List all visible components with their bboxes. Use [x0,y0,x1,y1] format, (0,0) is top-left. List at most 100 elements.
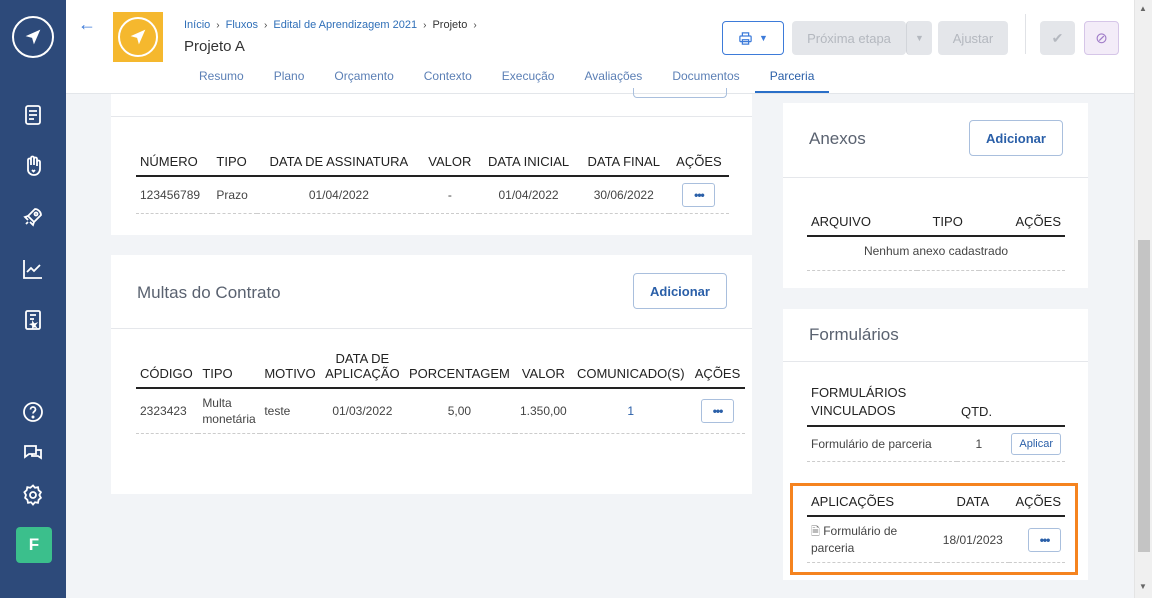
anexos-card: Anexos Adicionar ARQUIVO TIPO AÇÕES Nenh… [783,103,1088,288]
col-formularios-vinculados: FORMULÁRIOS VINCULADOS [807,384,957,428]
help-icon[interactable] [19,398,47,426]
col-data-aplicacao: DATA DE APLICAÇÃO [321,351,404,389]
cell-codigo: 2323423 [136,388,199,435]
document-icon[interactable] [19,101,47,129]
cell-valor: - [421,176,479,214]
col-motivo: MOTIVO [260,351,322,389]
breadcrumb-fluxos[interactable]: Fluxos [226,19,258,31]
breadcrumb: Início › Fluxos › Edital de Aprendizagem… [184,19,477,31]
tab-plano[interactable]: Plano [259,62,320,93]
table-row: Formulário de parceria 1 Aplicar [807,426,1065,463]
col-numero: NÚMERO [136,154,213,177]
next-step-dropdown[interactable]: ▼ [906,21,932,55]
hand-heart-icon[interactable] [19,152,47,180]
col-data-inicial: DATA INICIAL [478,154,579,177]
card-divider [783,361,1088,362]
sidebar: F [0,0,66,598]
anexos-title: Anexos [809,129,866,148]
scrollbar[interactable]: ▲ ▼ [1134,0,1152,598]
contract-card: NÚMERO TIPO DATA DE ASSINATURA VALOR DAT… [111,88,752,235]
cell-data-assinatura: 01/04/2022 [256,176,422,214]
tab-resumo[interactable]: Resumo [184,62,259,93]
col-apply [1000,384,1065,428]
cell-comunicados-link[interactable]: 1 [571,388,691,435]
col-codigo: CÓDIGO [136,351,199,389]
cell-porcentagem: 5,00 [403,388,516,435]
multas-table: CÓDIGO TIPO MOTIVO DATA DE APLICAÇÃO POR… [136,351,745,435]
col-comunicados: COMUNICADO(S) [571,351,691,389]
chevron-down-icon: ▼ [915,33,924,43]
formularios-table: FORMULÁRIOS VINCULADOS QTD. Formulário d… [807,384,1065,463]
table-row: Nenhum anexo cadastrado [807,236,1065,271]
print-button[interactable]: ▼ [722,21,784,55]
tab-contexto[interactable]: Contexto [409,62,487,93]
cell-data-inicial: 01/04/2022 [478,176,579,214]
check-icon: ✔ [1051,29,1064,46]
breadcrumb-inicio[interactable]: Início [184,19,210,31]
scroll-down-icon[interactable]: ▼ [1139,582,1147,591]
formularios-title: Formulários [809,325,899,344]
multas-card: Multas do Contrato Adicionar CÓDIGO TIPO… [111,255,752,494]
card-divider [111,328,752,329]
breadcrumb-edital[interactable]: Edital de Aprendizagem 2021 [273,19,417,31]
highlight-box [790,483,1078,575]
col-valor: VALOR [515,351,572,389]
book-icon[interactable] [19,306,47,334]
tab-parceria[interactable]: Parceria [754,62,830,93]
apply-button[interactable]: Aplicar [1011,433,1061,456]
forbidden-icon: ⊘ [1095,30,1108,47]
chevron-right-icon: › [423,19,427,31]
settings-icon[interactable] [19,481,47,509]
hidden-add-button[interactable] [633,88,727,98]
col-arquivo: ARQUIVO [807,214,917,237]
cell-acoes: ••• [668,176,729,214]
project-logo [113,12,163,62]
add-anexo-button[interactable]: Adicionar [969,120,1063,156]
cell-apply: Aplicar [1000,426,1065,463]
more-actions-button[interactable]: ••• [682,183,716,207]
contract-table: NÚMERO TIPO DATA DE ASSINATURA VALOR DAT… [136,154,729,214]
paper-plane-icon [25,29,41,45]
cell-numero: 123456789 [136,176,213,214]
breadcrumb-projeto[interactable]: Projeto [432,19,467,31]
tab-orcamento[interactable]: Orçamento [319,62,408,93]
col-tipo: TIPO [198,351,261,389]
col-acoes: AÇÕES [668,154,729,177]
col-porcentagem: PORCENTAGEM [403,351,516,389]
adjust-button[interactable]: Ajustar [938,21,1008,55]
cell-qtd: 1 [957,426,1001,463]
anexos-table: ARQUIVO TIPO AÇÕES Nenhum anexo cadastra… [807,214,1065,271]
back-arrow-icon[interactable]: ← [78,14,96,35]
page-title: Projeto A [184,38,245,55]
header-divider [1025,14,1026,54]
chart-icon[interactable] [19,255,47,283]
col-acoes: AÇÕES [978,214,1065,237]
add-multa-button[interactable]: Adicionar [633,273,727,309]
rocket-icon[interactable] [19,203,47,231]
col-tipo: TIPO [916,214,979,237]
cell-tipo: Prazo [212,176,257,214]
cancel-button[interactable]: ⊘ [1084,21,1119,55]
scroll-up-icon[interactable]: ▲ [1139,4,1147,13]
approve-button[interactable]: ✔ [1040,21,1075,55]
chevron-right-icon: › [216,19,220,31]
user-avatar[interactable]: F [16,527,52,563]
chat-icon[interactable] [19,439,47,467]
scroll-thumb[interactable] [1138,240,1150,552]
more-actions-button[interactable]: ••• [701,399,735,424]
next-step-button[interactable]: Próxima etapa [792,21,906,55]
table-row: 2323423 Multa monetária teste 01/03/2022… [136,388,745,435]
chevron-down-icon: ▼ [759,33,768,43]
cell-formulario: Formulário de parceria [807,426,957,463]
empty-message: Nenhum anexo cadastrado [807,236,1065,271]
col-acoes: AÇÕES [690,351,745,389]
card-divider [783,177,1088,178]
page-header: ← Início › Fluxos › Edital de Aprendizag… [66,0,1134,94]
col-data-final: DATA FINAL [578,154,669,177]
tab-execucao[interactable]: Execução [487,62,570,93]
app-logo[interactable] [12,16,54,58]
cell-tipo: Multa monetária [198,388,261,435]
col-valor: VALOR [421,154,479,177]
paper-plane-icon [130,29,146,45]
table-row: 123456789 Prazo 01/04/2022 - 01/04/2022 … [136,176,729,214]
